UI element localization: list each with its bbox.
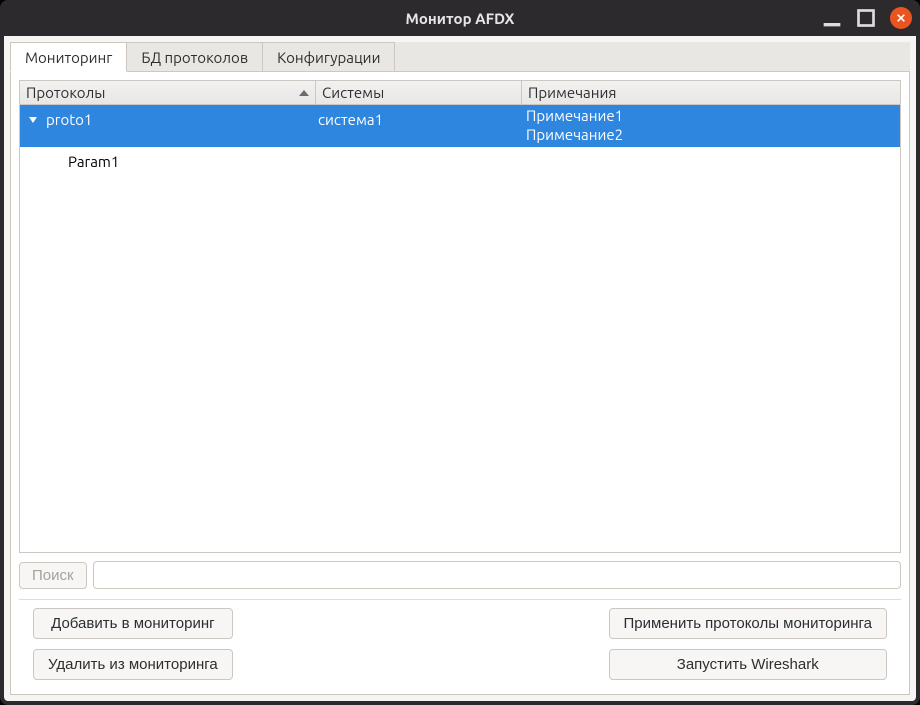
protocol-tree: Протоколы Системы Примечания [19,80,901,553]
tree-header: Протоколы Системы Примечания [20,81,900,105]
tab-bar: Мониторинг БД протоколов Конфигурации [10,42,910,72]
tab-label: Конфигурации [277,49,380,66]
search-input[interactable] [93,561,901,589]
system-name: система1 [318,111,383,128]
tab-monitoring[interactable]: Мониторинг [10,42,127,72]
tree-row[interactable]: proto1 система1 Примечание1 Примечание2 [20,105,900,147]
maximize-button[interactable] [856,8,876,28]
button-label: Удалить из мониторинга [48,656,218,673]
button-label: Поиск [32,567,74,584]
add-to-monitoring-button[interactable]: Добавить в мониторинг [33,608,233,639]
column-header-label: Протоколы [26,84,105,101]
cell-notes [522,147,900,151]
launch-wireshark-button[interactable]: Запустить Wireshark [609,649,888,680]
button-label: Запустить Wireshark [677,656,819,673]
note-line: Примечание2 [526,126,896,145]
remove-from-monitoring-button[interactable]: Удалить из мониторинга [33,649,233,680]
client-area: Мониторинг БД протоколов Конфигурации Пр… [4,36,916,701]
close-button[interactable] [890,7,912,29]
tree-row[interactable]: Param1 [20,147,900,176]
button-label: Применить протоколы мониторинга [624,615,873,632]
column-header-label: Примечания [528,84,616,101]
param-name: Param1 [68,153,119,170]
protocol-name: proto1 [46,111,92,128]
cell-system: система1 [316,105,522,134]
expander-icon[interactable] [26,113,40,127]
cell-protocol: Param1 [20,147,316,176]
column-header-notes[interactable]: Примечания [522,81,900,104]
tab-db-protocols[interactable]: БД протоколов [127,42,263,71]
tab-label: Мониторинг [25,49,112,66]
bottom-buttons: Добавить в мониторинг Удалить из монитор… [19,608,901,686]
cell-notes: Примечание1 Примечание2 [522,105,900,147]
minimize-button[interactable] [822,8,842,28]
tab-label: БД протоколов [141,49,248,66]
search-button[interactable]: Поиск [19,562,87,589]
window-title: Монитор AFDX [406,10,515,27]
window-controls [822,0,912,36]
app-window: Монитор AFDX Мониторинг БД протоколов Ко… [0,0,920,705]
column-header-label: Системы [322,84,384,101]
titlebar: Монитор AFDX [0,0,920,36]
tab-content: Протоколы Системы Примечания [10,72,910,695]
right-button-column: Применить протоколы мониторинга Запустит… [609,608,888,680]
sort-ascending-icon [299,90,309,96]
button-label: Добавить в мониторинг [51,615,214,632]
tree-body[interactable]: proto1 система1 Примечание1 Примечание2 … [20,105,900,552]
cell-system [316,147,522,159]
separator [19,599,901,600]
search-row: Поиск [19,561,901,589]
tab-configs[interactable]: Конфигурации [263,42,395,71]
note-line: Примечание1 [526,107,896,126]
column-header-systems[interactable]: Системы [316,81,522,104]
column-header-protocols[interactable]: Протоколы [20,81,316,104]
left-button-column: Добавить в мониторинг Удалить из монитор… [33,608,233,680]
cell-protocol: proto1 [20,105,316,134]
apply-protocols-button[interactable]: Применить протоколы мониторинга [609,608,888,639]
